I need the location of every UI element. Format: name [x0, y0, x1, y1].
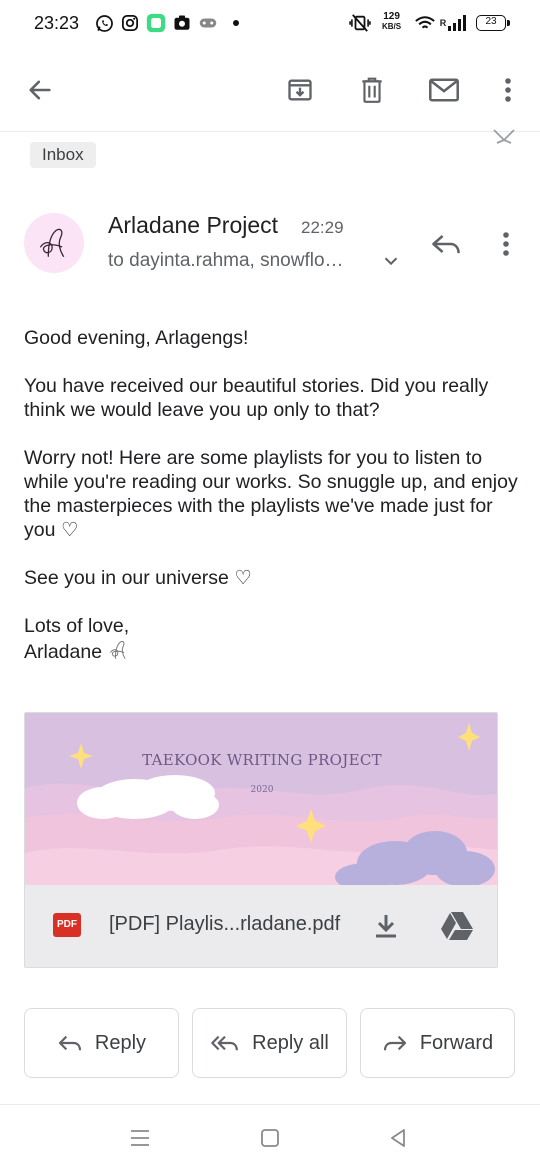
forward-button[interactable]: Forward [360, 1008, 515, 1078]
body-paragraph: Worry not! Here are some playlists for y… [24, 447, 518, 541]
more-notifications-dot [230, 13, 242, 33]
delete-icon [362, 77, 382, 103]
more-options-button[interactable] [486, 68, 530, 112]
status-bar: 23:23 129 KB/S R 23 [0, 0, 540, 48]
signature-name: Arladane [24, 641, 103, 663]
delete-button[interactable] [350, 68, 394, 112]
body-greeting: Good evening, Arlagengs! [24, 327, 249, 349]
recipients-summary[interactable]: to dayinta.rahma, snowflo… [108, 250, 378, 272]
back-triangle-icon [391, 1129, 405, 1147]
google-drive-icon [441, 912, 473, 940]
network-speed: 129 KB/S [382, 11, 402, 32]
email-toolbar [0, 48, 540, 132]
back-button[interactable] [18, 68, 62, 112]
body-paragraph: You have received our beautiful stories.… [24, 375, 489, 421]
reply-all-icon [211, 1035, 239, 1051]
signal-icon: R [438, 13, 470, 33]
attachment-thumbnail[interactable] [25, 713, 498, 885]
reply-icon [432, 235, 460, 254]
menu-lines-icon [131, 1130, 149, 1146]
forward-icon [383, 1035, 406, 1051]
email-time: 22:29 [301, 218, 344, 237]
chevron-down-icon [384, 257, 398, 266]
reply-all-label: Reply all [252, 1031, 329, 1054]
label-chip-inbox[interactable]: Inbox [30, 142, 96, 168]
forward-label: Forward [419, 1031, 494, 1054]
home-button[interactable] [250, 1123, 290, 1153]
body-signature: Arladane [24, 638, 520, 664]
battery-indicator: 23 [476, 15, 510, 31]
message-more-button[interactable] [488, 224, 524, 264]
wifi-icon [414, 13, 436, 33]
archive-icon [288, 79, 312, 101]
download-button[interactable] [369, 909, 403, 943]
signature-logo-icon [40, 228, 65, 257]
quick-reply-button[interactable] [424, 224, 468, 264]
reply-icon [58, 1035, 82, 1051]
email-body: Good evening, Arlagengs! You have receiv… [24, 326, 520, 664]
attachment-card[interactable]: TAEKOOK WRITING PROJECT 2020 PDF [PDF] P… [24, 712, 498, 968]
reply-all-button[interactable]: Reply all [192, 1008, 347, 1078]
arrow-back-icon [29, 80, 51, 100]
app-notification-icon [145, 13, 167, 33]
download-icon [376, 915, 396, 938]
whatsapp-icon [94, 13, 114, 33]
attachment-filename[interactable]: [PDF] Playlis...rladane.pdf [109, 913, 340, 936]
system-navigation-bar [0, 1104, 540, 1170]
more-vert-icon [505, 78, 511, 102]
attachment-info-bar: PDF [PDF] Playlis...rladane.pdf [25, 885, 497, 967]
mail-icon [429, 78, 459, 102]
camera-app-icon [172, 13, 192, 33]
instagram-icon [120, 13, 140, 33]
signature-logo-icon [110, 640, 126, 659]
body-paragraph: See you in our universe ♡ [24, 567, 252, 589]
recent-apps-button[interactable] [120, 1123, 160, 1153]
expand-details-button[interactable] [380, 250, 402, 272]
reply-label: Reply [94, 1031, 147, 1054]
more-vert-icon [503, 232, 509, 256]
star-button[interactable] [492, 128, 516, 149]
sender-name: Arladane Project [108, 212, 279, 238]
home-square-icon [261, 1129, 279, 1147]
star-outline-icon [493, 129, 515, 144]
thumbnail-title: TAEKOOK WRITING PROJECT [142, 751, 382, 769]
vibrate-mode-icon [348, 13, 372, 33]
status-time: 23:23 [34, 13, 80, 33]
mark-unread-button[interactable] [422, 68, 466, 112]
thumbnail-year: 2020 [250, 785, 274, 795]
reply-button[interactable]: Reply [24, 1008, 179, 1078]
game-controller-icon [198, 13, 218, 33]
pdf-file-icon: PDF [53, 913, 81, 937]
body-closing: Lots of love, [24, 615, 130, 637]
sender-avatar[interactable] [24, 213, 84, 273]
save-to-drive-button[interactable] [437, 909, 477, 943]
archive-button[interactable] [278, 68, 322, 112]
back-nav-button[interactable] [378, 1123, 418, 1153]
